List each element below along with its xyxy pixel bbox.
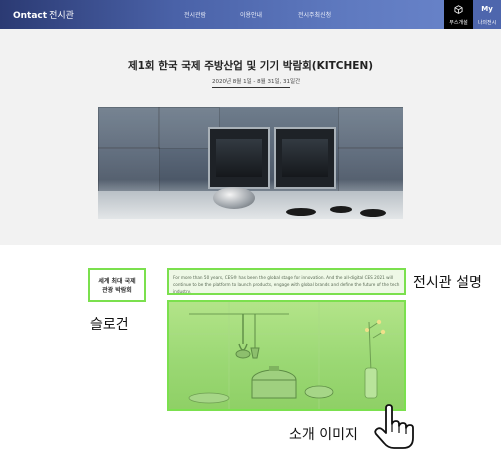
slogan-line-1: 세계 최대 국제 [98, 278, 136, 285]
logo[interactable]: Ontact 전시관 [13, 8, 74, 21]
nav-usage-guide[interactable]: 이용안내 [240, 10, 262, 19]
booth-open-label: 부스개설 [449, 20, 468, 26]
oven-window [282, 139, 328, 177]
oven-window [216, 139, 262, 177]
slogan-box: 세계 최대 국제 관광 박람회 [88, 268, 146, 302]
wall-tile [98, 147, 160, 193]
my-label: My [481, 5, 493, 13]
top-header: Ontact 전시관 전시관람 이용안내 전시주최신청 부스개설 My 나의전시 [0, 0, 501, 29]
my-exhibition-button[interactable]: My 나의전시 [473, 0, 501, 29]
nav-host-apply[interactable]: 전시주최신청 [298, 10, 331, 19]
cube-icon [454, 5, 463, 14]
exhibition-title: 제1회 한국 국제 주방산업 및 기기 박람회(KITCHEN) [127, 60, 374, 72]
nav-exhibition-view[interactable]: 전시관람 [184, 10, 206, 19]
my-sub-label: 나의전시 [477, 20, 497, 26]
intro-image [167, 300, 406, 411]
oven-left [208, 127, 270, 189]
exhibition-description-box: For more than 50 years, CES® has been th… [167, 268, 406, 295]
description-annotation: 전시관 설명 [413, 275, 482, 291]
burner [330, 206, 352, 213]
exhibition-description: For more than 50 years, CES® has been th… [173, 275, 400, 294]
image-annotation: 소개 이미지 [289, 427, 358, 443]
kitchen-still-life [169, 302, 404, 409]
burner [286, 208, 316, 216]
logo-bold: Ontact [13, 11, 48, 21]
kitchen-banner-image [98, 107, 403, 219]
wall-tile [338, 147, 403, 193]
burner [360, 209, 386, 217]
wall-tile [338, 107, 403, 149]
logo-sub: 전시관 [49, 11, 74, 21]
slogan-annotation: 슬로건 [90, 317, 129, 333]
booth-open-button[interactable]: 부스개설 [444, 0, 473, 29]
metal-bowl [213, 187, 255, 209]
oven-right [274, 127, 336, 189]
exhibition-date: 2020년 8월 1일 - 8월 31일, 31일간 [212, 77, 300, 88]
wall-tile [98, 107, 160, 149]
slogan-line-2: 관광 박람회 [102, 287, 132, 294]
slogan-text: 세계 최대 국제 관광 박람회 [90, 277, 144, 295]
pointing-hand-icon [374, 404, 414, 449]
